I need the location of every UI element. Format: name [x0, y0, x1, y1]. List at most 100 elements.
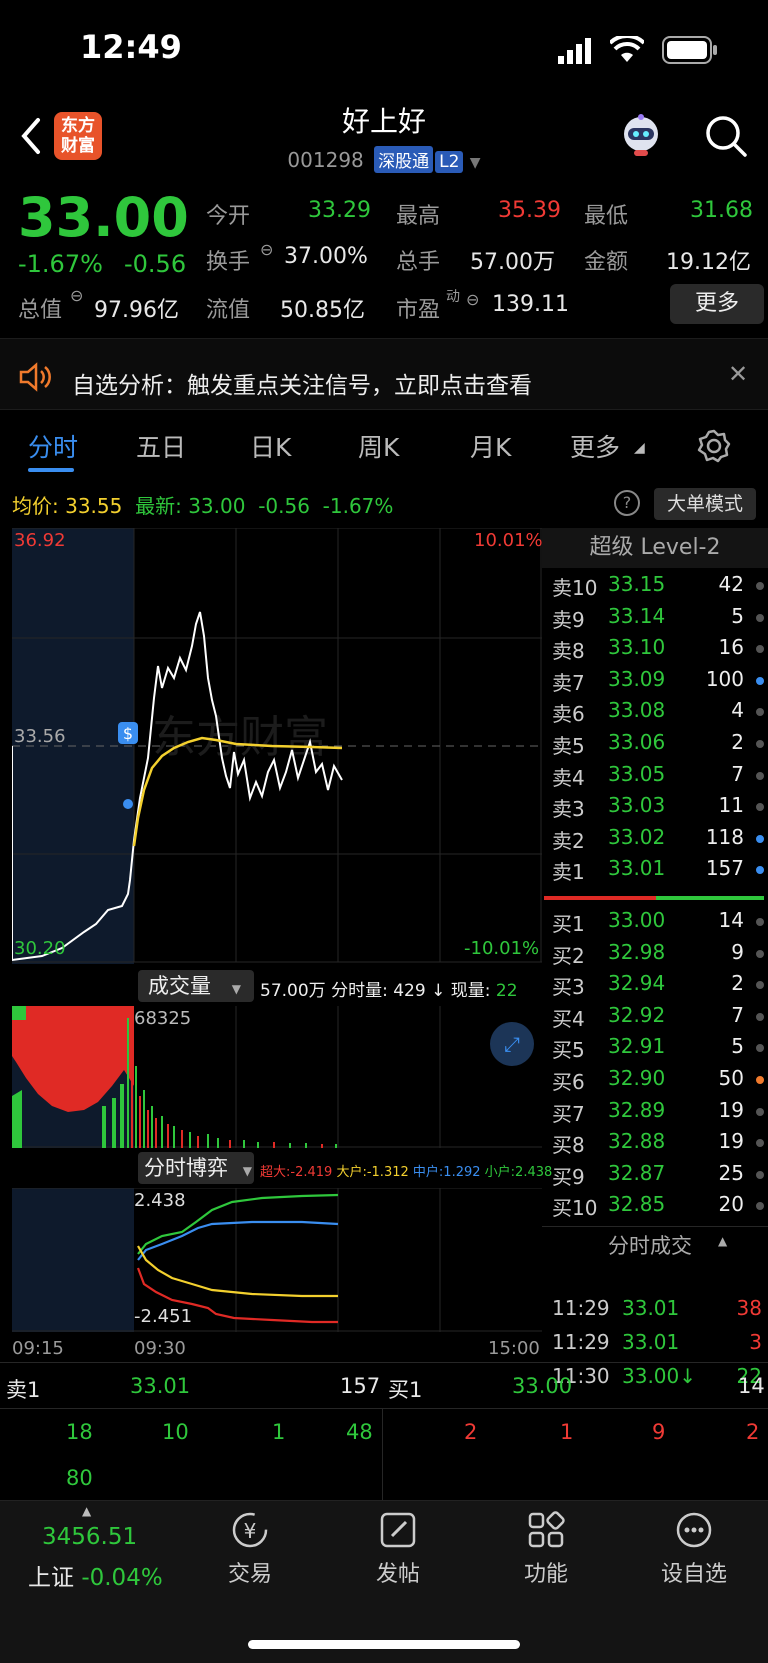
index-line[interactable]: 上证 -0.04% [28, 1558, 163, 1592]
search-icon[interactable] [704, 114, 748, 158]
robot-assistant-icon[interactable] [618, 112, 664, 158]
bid-level-label: 买10 [552, 1196, 598, 1221]
game-chart[interactable] [12, 1188, 542, 1332]
ask-row[interactable]: 卖10 33.15 42 [552, 572, 768, 603]
bid-row[interactable]: 买8 32.88 19 [552, 1129, 768, 1160]
settings-gear-icon[interactable] [696, 428, 732, 464]
bottom-sell-vol: 157 [340, 1374, 381, 1398]
trade-marker [123, 799, 133, 809]
ask-row[interactable]: 卖3 33.03 11 [552, 793, 768, 824]
volume-max: 68325 [134, 1008, 192, 1029]
ask-row[interactable]: 卖9 33.14 5 [552, 604, 768, 635]
low-value: 31.68 [690, 198, 753, 223]
bid-level-label: 买4 [552, 1006, 585, 1031]
bid-row[interactable]: 买4 32.92 7 [552, 1003, 768, 1034]
trade-price: 33.00↓ [622, 1364, 697, 1388]
tab-five-day[interactable]: 五日 [136, 428, 186, 464]
bid-row[interactable]: 买10 32.85 20 [552, 1192, 768, 1223]
bid-row[interactable]: 买2 32.98 9 [552, 940, 768, 971]
ask-row[interactable]: 卖1 33.01 157 [552, 856, 768, 887]
bid-volume: 19 [718, 1097, 744, 1122]
tab-monthly[interactable]: 月K [470, 428, 511, 464]
wifi-icon [610, 36, 644, 62]
more-quote-button[interactable]: 更多 [670, 284, 764, 324]
ask-price: 33.09 [608, 666, 666, 691]
index-expand-icon[interactable]: ▲ [82, 1504, 91, 1518]
trade-price: 33.01 [622, 1296, 680, 1320]
intraday-price-chart[interactable]: 东方财富 $ [12, 528, 542, 964]
big-order-mode-button[interactable]: 大单模式 [654, 488, 756, 520]
ask-row[interactable]: 卖7 33.09 100 [552, 667, 768, 698]
bid-row[interactable]: 买9 32.87 25 [552, 1161, 768, 1192]
trades-title[interactable]: 分时成交 [608, 1230, 692, 1260]
order-dot-icon [756, 1044, 764, 1053]
ask-level-label: 卖6 [552, 702, 585, 727]
bid-volume: 50 [718, 1066, 744, 1090]
help-icon[interactable]: ? [614, 490, 640, 516]
bid-level-label: 买8 [552, 1133, 585, 1158]
trade-time: 11:29 [552, 1330, 610, 1354]
nav-functions[interactable]: 功能 [486, 1510, 606, 1588]
order-dot-icon [756, 949, 764, 958]
trade-row: 11:29 33.01 3 [552, 1330, 768, 1361]
volume-chart[interactable] [12, 1006, 542, 1148]
info-dots-icon[interactable]: ⊖ [260, 240, 273, 259]
ask-strength-bar [544, 896, 656, 900]
x-axis-start: 09:15 [12, 1338, 64, 1359]
change-amount: -0.56 [124, 250, 187, 278]
index-value[interactable]: 3456.51 [42, 1524, 137, 1550]
game-selector[interactable]: 分时博弈 ▼ [138, 1152, 254, 1184]
notice-text: 自选分析：触发重点关注信号，立即点击查看 [72, 373, 532, 399]
bid-volume: 7 [731, 1002, 744, 1027]
ask-row[interactable]: 卖8 33.10 16 [552, 635, 768, 666]
float-label: 流值 [206, 298, 251, 323]
bid-volume: 14 [718, 908, 744, 932]
trade-volume: 3 [749, 1330, 762, 1354]
expand-chart-icon[interactable]: ⤢ [490, 1022, 534, 1066]
chart-pct-top: 10.01% [474, 530, 543, 551]
tab-intraday[interactable]: 分时 [28, 428, 78, 464]
nav-post[interactable]: 发帖 [338, 1510, 458, 1588]
tab-weekly[interactable]: 周K [358, 428, 399, 464]
nav-add-watchlist[interactable]: 设自选 [634, 1510, 754, 1588]
ask-row[interactable]: 卖2 33.02 118 [552, 825, 768, 856]
bid-row[interactable]: 买5 32.91 5 [552, 1034, 768, 1065]
level-tag: L2 [435, 151, 464, 173]
tab-more[interactable]: 更多 [570, 428, 620, 464]
trades-expand-icon[interactable]: ▲ [718, 1234, 727, 1248]
bid-row[interactable]: 买6 32.90 50 [552, 1066, 768, 1097]
bid-level-label: 买3 [552, 975, 585, 1000]
ask-price: 33.05 [608, 761, 666, 786]
ask-level-label: 卖7 [552, 670, 585, 695]
cur-vol-value: 22 [495, 981, 518, 1001]
ask-price: 33.14 [608, 603, 666, 628]
order-dot-icon [756, 582, 764, 590]
bottom-sell-label: 卖1 [6, 1378, 41, 1402]
min-vol-value: 429 ↓ [393, 981, 446, 1001]
info-dots-icon-3[interactable]: ⊖ [466, 290, 479, 309]
bid-price: 32.98 [608, 939, 666, 964]
bid-volume: 2 [731, 971, 744, 996]
tab-daily[interactable]: 日K [250, 428, 291, 464]
ask-price: 33.02 [608, 824, 666, 849]
change-percent: -1.67% [18, 250, 103, 278]
info-dots-icon-2[interactable]: ⊖ [70, 286, 83, 305]
bottom-buy-vol: 14 [738, 1374, 765, 1398]
bid-row[interactable]: 买1 33.00 14 [552, 908, 768, 939]
ask-row[interactable]: 卖6 33.08 4 [552, 698, 768, 729]
ask-row[interactable]: 卖4 33.05 7 [552, 762, 768, 793]
trade-price: 33.01 [622, 1330, 680, 1354]
ask-row[interactable]: 卖5 33.06 2 [552, 730, 768, 761]
bid-row[interactable]: 买7 32.89 19 [552, 1098, 768, 1129]
chart-y-mid: 33.56 [14, 726, 66, 747]
volume-selector[interactable]: 成交量 ▼ [138, 970, 254, 1002]
low-label: 最低 [584, 204, 629, 229]
ask-level-label: 卖9 [552, 607, 585, 632]
ask-volume: 157 [705, 856, 744, 881]
nav-trade[interactable]: ¥ 交易 [190, 1510, 310, 1588]
dropdown-icon[interactable]: ▼ [470, 155, 481, 171]
close-icon[interactable]: ✕ [728, 360, 748, 388]
bottom-buy-price: 33.00 [512, 1374, 573, 1398]
buy-queue-item: 1 [560, 1420, 574, 1444]
bid-row[interactable]: 买3 32.94 2 [552, 971, 768, 1002]
